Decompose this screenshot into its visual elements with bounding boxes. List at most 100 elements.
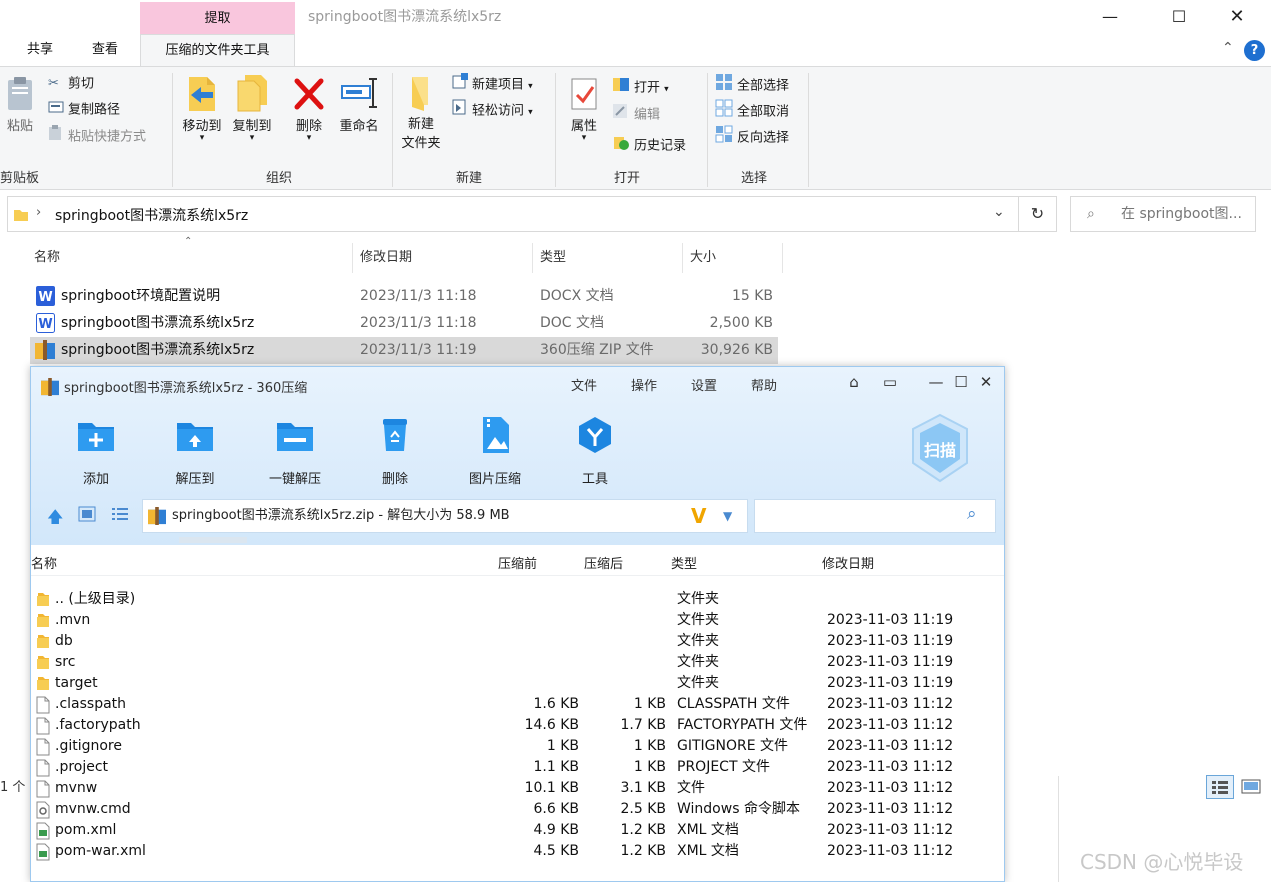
zip-list-row[interactable]: .mvn 文件夹 2023-11-03 11:19 [31,610,1004,631]
chevron-right-icon[interactable]: › [36,205,41,220]
svg-text:W: W [38,290,52,305]
zip-path-field[interactable]: springboot图书漂流系统lx5rz.zip - 解包大小为 58.9 M… [142,499,748,533]
zip-list-row[interactable]: .. (上级目录) 文件夹 [31,589,1004,610]
close-button[interactable]: ✕ [975,373,997,391]
zip-list-row[interactable]: pom.xml 4.9 KB 1.2 KB XML 文档 2023-11-03 11:1… [31,820,1004,841]
column-header-date[interactable]: 修改日期 [360,243,412,273]
select-none-button[interactable]: 全部取消 [715,99,789,121]
entry-type: 文件 [677,780,705,796]
zip-list-row[interactable]: mvnw 10.1 KB 3.1 KB 文件 2023-11-03 11:12 [31,778,1004,799]
extract-context-tab[interactable]: 提取 [140,2,295,35]
zip-list-row[interactable]: mvnw.cmd 6.6 KB 2.5 KB Windows 命令脚本 2023-11-… [31,799,1004,820]
rename-button[interactable]: 重命名 [334,73,384,134]
thumbnail-view-icon[interactable] [78,506,96,526]
maximize-button[interactable]: ☐ [1156,0,1202,34]
column-header-name[interactable]: 名称 [31,553,57,572]
large-icons-view-button[interactable] [1238,775,1264,799]
zip-list-row[interactable]: .project 1.1 KB 1 KB PROJECT 文件 2023-11-03 1… [31,757,1004,778]
select-all-button[interactable]: 全部选择 [715,73,789,95]
properties-button[interactable]: 属性 ▾ [562,73,606,143]
menu-help[interactable]: 帮助 [751,375,777,394]
skin-shirt-icon[interactable]: ⌂ [843,373,865,391]
column-header-date[interactable]: 修改日期 [822,553,874,572]
minimize-button[interactable]: — [925,373,947,391]
message-icon[interactable]: ▭ [879,373,901,391]
new-folder-label-2: 文件夹 [401,136,441,151]
column-header-before[interactable]: 压缩前 [498,553,537,572]
address-bar[interactable]: › springboot图书漂流系统lx5rz ⌄ [7,196,1019,232]
move-to-button[interactable]: 移动到 ▾ [178,73,226,143]
zip-list-row[interactable]: target 文件夹 2023-11-03 11:19 [31,673,1004,694]
zip-list-row[interactable]: .factorypath 14.6 KB 1.7 KB FACTORYPATH 文件 2… [31,715,1004,736]
entry-type: 文件夹 [677,654,719,670]
new-item-button[interactable]: 新建项目 ▾ [452,73,533,95]
column-header-type[interactable]: 类型 [671,553,697,572]
entry-type: 文件夹 [677,591,719,607]
menu-file[interactable]: 文件 [571,375,597,394]
paste-button[interactable]: 粘贴 [2,75,38,134]
entry-date: 2023-11-03 11:12 [827,843,954,859]
zip-list-row[interactable]: .classpath 1.6 KB 1 KB CLASSPATH 文件 2023-11-… [31,694,1004,715]
file-row[interactable]: W springboot环境配置说明 2023/11/3 11:18 DOCX … [30,283,778,310]
column-header-size[interactable]: 大小 [690,243,716,273]
invert-selection-button[interactable]: 反向选择 [715,125,789,147]
column-header-name[interactable]: 名称 [34,243,60,273]
zip-list-row[interactable]: db 文件夹 2023-11-03 11:19 [31,631,1004,652]
folder-icon [14,210,28,221]
list-view-icon[interactable] [111,506,129,526]
zip-header: springboot图书漂流系统lx5rz - 360压缩 文件 操作 设置 帮… [31,367,1004,545]
column-separator[interactable] [682,243,683,273]
zip-list-row[interactable]: pom-war.xml 4.5 KB 1.2 KB XML 文档 2023-11-03 … [31,841,1004,862]
search-input[interactable]: ⌕ 在 springboot图... [1070,196,1256,232]
zip-list-row[interactable]: src 文件夹 2023-11-03 11:19 [31,652,1004,673]
copy-path-button[interactable]: 复制路径 [48,99,120,121]
tab-view[interactable]: 查看 [82,34,128,66]
scan-button[interactable]: 扫描 [909,413,971,483]
entry-size-before: 10.1 KB [524,780,579,796]
zip-search-input[interactable]: ⌕ [754,499,996,533]
path-dropdown-icon[interactable]: ▼ [723,500,732,532]
cut-button[interactable]: ✂ 剪切 [48,73,94,95]
delete-button[interactable]: 删除 [350,415,440,487]
history-button[interactable]: 历史记录 [612,133,686,155]
tab-share[interactable]: 共享 [18,34,62,66]
copy-to-button[interactable]: 复制到 ▾ [228,73,276,143]
window-title: springboot图书漂流系统lx5rz [308,9,502,25]
file-row-selected[interactable]: springboot图书漂流系统lx5rz 2023/11/3 11:19 36… [30,337,778,364]
paste-shortcut-button[interactable]: 粘贴快捷方式 [48,125,146,147]
details-view-button[interactable] [1206,775,1234,799]
close-button[interactable]: ✕ [1214,0,1260,34]
image-compress-button[interactable]: 图片压缩 [450,415,540,487]
zip-list-row[interactable]: .gitignore 1 KB 1 KB GITIGNORE 文件 2023-11-03… [31,736,1004,757]
column-separator[interactable] [782,243,783,273]
up-arrow-icon[interactable]: 🡅 [47,506,63,533]
vip-v-icon[interactable]: V [691,500,706,532]
collapse-ribbon-icon[interactable]: ⌃ [1222,40,1234,56]
extract-to-button[interactable]: 解压到 [150,415,240,487]
tools-button[interactable]: 工具 [550,415,640,487]
extract-folder-icon [177,423,213,451]
open-button[interactable]: 打开 ▾ [612,75,669,97]
new-folder-button[interactable]: 新建 文件夹 [396,73,446,151]
refresh-button[interactable]: ↻ [1019,196,1057,232]
column-separator[interactable] [352,243,353,273]
move-to-icon [189,77,215,111]
chevron-down-icon[interactable]: ⌄ [993,204,1005,220]
menu-settings[interactable]: 设置 [691,375,717,394]
file-row[interactable]: W springboot图书漂流系统lx5rz 2023/11/3 11:18 … [30,310,778,337]
maximize-button[interactable]: ☐ [950,373,972,391]
tab-compressed-folder-tools[interactable]: 压缩的文件夹工具 [140,34,295,66]
column-header-after[interactable]: 压缩后 [584,553,623,572]
edit-button[interactable]: 编辑 [612,103,660,125]
add-button[interactable]: 添加 [51,415,141,487]
delete-button[interactable]: 删除 ▾ [286,73,332,143]
menu-operate[interactable]: 操作 [631,375,657,394]
word-docx-icon: W [36,286,55,306]
column-separator[interactable] [532,243,533,273]
minimize-button[interactable]: — [1087,0,1133,34]
help-icon[interactable]: ? [1244,40,1265,61]
svg-text:W: W [38,317,52,332]
one-click-extract-button[interactable]: 一键解压 [250,415,340,487]
easy-access-button[interactable]: 轻松访问 ▾ [452,99,533,121]
column-header-type[interactable]: 类型 [540,243,566,273]
